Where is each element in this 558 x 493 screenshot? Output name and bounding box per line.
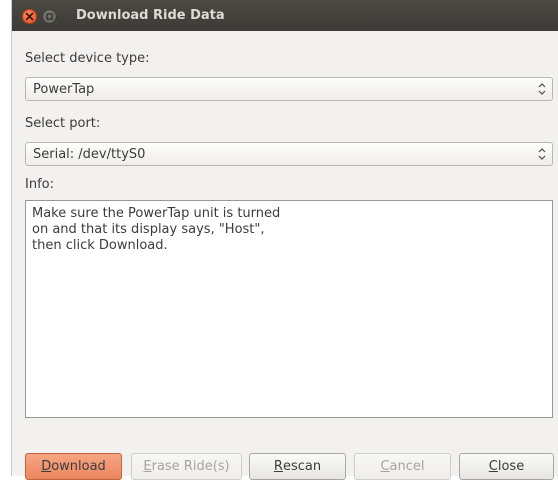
device-type-select[interactable]: PowerTap [25,77,553,101]
rescan-label-rest: escan [282,459,322,474]
rescan-mnemonic: R [273,459,283,474]
cancel-button[interactable]: Cancel [354,453,451,480]
download-mnemonic: D [41,459,52,474]
window-minimize-button[interactable] [42,9,57,24]
cancel-label-rest: ancel [389,459,425,474]
close-label-rest: lose [497,459,525,474]
info-label: Info: [25,177,54,192]
download-button[interactable]: Download [25,453,122,480]
window-title: Download Ride Data [76,8,225,23]
download-label-rest: ownload [51,459,106,474]
close-button[interactable]: Close [459,453,554,480]
close-icon [25,12,34,21]
rescan-button[interactable]: Rescan [249,453,346,480]
title-bar[interactable]: Download Ride Data [12,0,558,31]
port-label: Select port: [25,116,101,131]
download-ride-data-dialog: Download Ride Data Select device type: P… [11,0,558,480]
up-down-arrows-icon [538,83,546,95]
port-select[interactable]: Serial: /dev/ttyS0 [25,142,553,166]
close-mnemonic: C [488,459,498,474]
up-down-arrows-icon [538,148,546,160]
erase-mnemonic: E [143,459,152,474]
erase-label-rest: rase Ride(s) [151,459,230,474]
info-text-area[interactable]: Make sure the PowerTap unit is turned on… [25,200,553,418]
cancel-mnemonic: C [380,459,390,474]
port-value: Serial: /dev/ttyS0 [33,147,146,162]
device-type-label: Select device type: [25,51,150,66]
erase-rides-button[interactable]: Erase Ride(s) [131,453,242,480]
device-type-value: PowerTap [33,82,95,97]
restore-icon [46,13,53,20]
window-close-button[interactable] [22,9,37,24]
